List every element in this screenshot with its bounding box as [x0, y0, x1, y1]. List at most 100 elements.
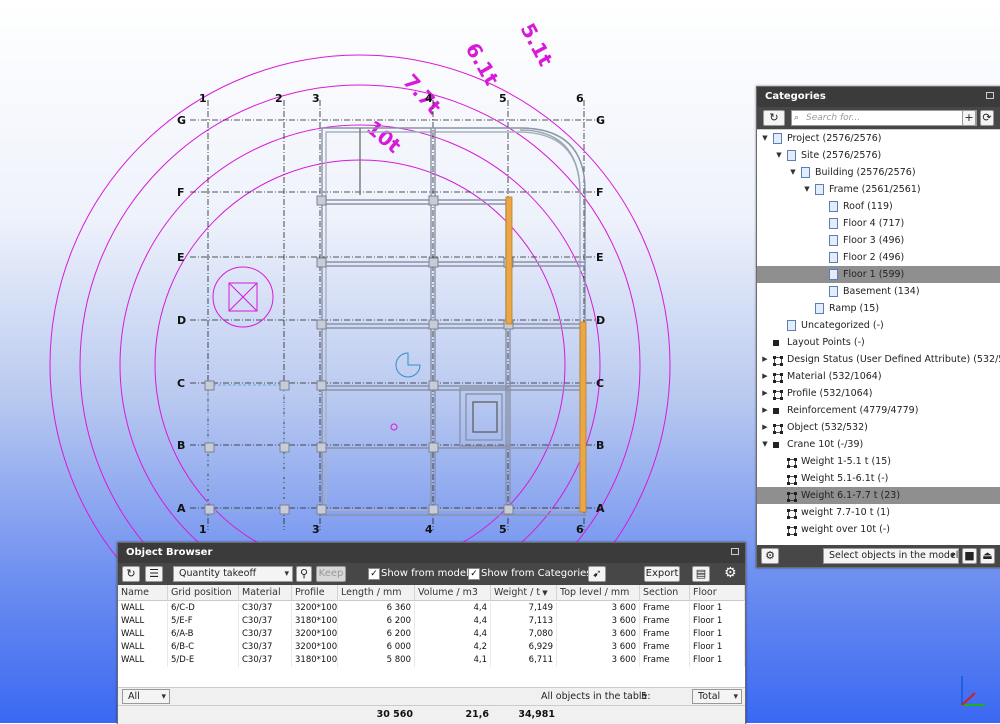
tree-item[interactable]: Basement (134) — [757, 283, 1000, 300]
document-icon — [787, 320, 796, 331]
column-header[interactable]: Name — [118, 585, 168, 601]
object-browser-minimize-button[interactable] — [731, 548, 739, 555]
show-from-model-checkbox[interactable]: Show from model — [368, 568, 469, 580]
tree-item[interactable]: Uncategorized (-) — [757, 317, 1000, 334]
collapsed-arrow-icon[interactable]: ▶ — [761, 368, 769, 385]
tree-item-label: Frame (2561/2561) — [829, 184, 921, 195]
tree-item-label: Weight 1-5.1 t (15) — [801, 456, 891, 467]
collapsed-arrow-icon[interactable]: ▶ — [761, 419, 769, 436]
categories-sync-button[interactable]: ⟳ — [980, 110, 994, 126]
table-row[interactable]: WALL 6/C-D C30/37 3200*100 6 360 4,4 7,149 3 60… — [118, 602, 745, 615]
tree-item[interactable]: Floor 1 (599) — [757, 266, 1000, 283]
column-header[interactable]: Volume / m3 — [415, 585, 491, 601]
column-header[interactable]: Profile — [292, 585, 338, 601]
table-row[interactable]: WALL 6/A-B C30/37 3200*100 6 200 4,4 7,080 3 60… — [118, 628, 745, 641]
tree-item[interactable]: ▶ Reinforcement (4779/4779) — [757, 402, 1000, 419]
tree-item[interactable]: Ramp (15) — [757, 300, 1000, 317]
pin-button[interactable]: ⚲ — [296, 566, 312, 582]
categories-collapse-button[interactable]: ⏏ — [980, 548, 995, 564]
expanded-arrow-icon[interactable]: ▼ — [803, 181, 811, 198]
table-cell: 4,4 — [415, 615, 491, 628]
grid-col-label-1-top: 1 — [199, 92, 207, 105]
tree-item[interactable]: Weight 5.1-6.1t (-) — [757, 470, 1000, 487]
object-browser-list-button[interactable]: ☰ — [145, 566, 163, 582]
tree-item[interactable]: ▶ Material (532/1064) — [757, 368, 1000, 385]
table-summary-bar: All All objects in the table: 5 Total — [118, 687, 745, 706]
collapsed-arrow-icon[interactable]: ▶ — [761, 402, 769, 419]
tree-item[interactable]: Layout Points (-) — [757, 334, 1000, 351]
total-dropdown[interactable]: Total — [692, 689, 742, 704]
collapsed-arrow-icon[interactable]: ▶ — [761, 351, 769, 368]
table-totals-row: 30 560 21,6 34,981 — [118, 705, 745, 724]
quantity-takeoff-dropdown[interactable]: Quantity takeoff — [173, 566, 293, 582]
tree-item[interactable]: ▼ Project (2576/2576) — [757, 130, 1000, 147]
column-header-label: Grid position — [171, 587, 232, 598]
categories-tree[interactable]: ▼ Project (2576/2576) ▼ Site (2576/2576) ▼ Bu… — [757, 129, 1000, 545]
crane-circle-7-7t — [119, 124, 601, 606]
tree-item[interactable]: Roof (119) — [757, 198, 1000, 215]
column-header[interactable]: Length / mm — [338, 585, 415, 601]
categories-title: Categories — [765, 91, 826, 102]
column-header[interactable]: Top level / mm — [557, 585, 640, 601]
table-cell: 3 600 — [557, 615, 640, 628]
expanded-arrow-icon[interactable]: ▼ — [761, 436, 769, 453]
settings-gear-icon[interactable]: ⚙ — [724, 565, 737, 581]
categories-search-input[interactable]: Search for... — [791, 110, 977, 126]
tree-item[interactable]: weight over 10t (-) — [757, 521, 1000, 538]
report-button[interactable]: ▤ — [692, 566, 710, 582]
export-button[interactable]: Export — [644, 566, 680, 582]
eject-icon: ⏏ — [982, 549, 993, 562]
expanded-arrow-icon[interactable]: ▼ — [775, 147, 783, 164]
tree-item[interactable]: ▶ Object (532/532) — [757, 419, 1000, 436]
table-row[interactable]: WALL 5/D-E C30/37 3180*100 5 800 4,1 6,711 3 60… — [118, 654, 745, 667]
tree-item[interactable]: ▶ Design Status (User Defined Attribute) … — [757, 351, 1000, 368]
column-header[interactable]: Grid position — [168, 585, 239, 601]
expanded-arrow-icon[interactable]: ▼ — [789, 164, 797, 181]
tree-item[interactable]: weight 7.7-10 t (1) — [757, 504, 1000, 521]
grid-row-label-f-right: F — [596, 186, 604, 199]
grid-row-label-e-left: E — [177, 251, 185, 264]
tree-item[interactable]: Floor 2 (496) — [757, 249, 1000, 266]
filter-dropdown[interactable]: All — [122, 689, 170, 704]
show-from-categories-checkbox[interactable]: Show from Categories — [468, 568, 592, 580]
table-cell: 5/D-E — [168, 654, 239, 667]
expanded-arrow-icon[interactable]: ▼ — [761, 130, 769, 147]
table-row[interactable]: WALL 6/B-C C30/37 3200*100 6 000 4,2 6,929 3 60… — [118, 641, 745, 654]
select-pointer-button[interactable]: ➹ — [588, 566, 606, 582]
column-header[interactable]: Material — [239, 585, 292, 601]
square-bullet-icon — [773, 442, 779, 448]
tree-item[interactable]: ▶ Profile (532/1064) — [757, 385, 1000, 402]
object-table[interactable]: Name Grid position Material Profile Length /… — [118, 585, 745, 687]
table-cell: Floor 1 — [690, 654, 745, 667]
tree-item[interactable]: ▼ Building (2576/2576) — [757, 164, 1000, 181]
tree-item-label: Design Status (User Defined Attribute) (… — [787, 354, 1000, 365]
column-header[interactable]: Section — [640, 585, 690, 601]
tree-item[interactable]: ▼ Frame (2561/2561) — [757, 181, 1000, 198]
tree-item[interactable]: Weight 1-5.1 t (15) — [757, 453, 1000, 470]
tree-item[interactable]: Floor 3 (496) — [757, 232, 1000, 249]
table-cell: 5/E-F — [168, 615, 239, 628]
tree-item[interactable]: ▼ Crane 10t (-/39) — [757, 436, 1000, 453]
table-row[interactable]: WALL 5/E-F C30/37 3180*100 6 200 4,4 7,113 3 60… — [118, 615, 745, 628]
categories-minimize-button[interactable] — [986, 92, 994, 99]
tree-item[interactable]: ▼ Site (2576/2576) — [757, 147, 1000, 164]
table-cell: 4,2 — [415, 641, 491, 654]
tree-item[interactable]: Weight 6.1-7.7 t (23) — [757, 487, 1000, 504]
column-header[interactable]: Weight / t ▼ — [491, 585, 557, 601]
grid-row-label-a-right: A — [596, 502, 605, 515]
table-cell: 3200*100 — [292, 641, 338, 654]
select-objects-dropdown[interactable]: Select objects in the model — [823, 548, 959, 564]
column-header[interactable]: Floor — [690, 585, 745, 601]
categories-refresh-button[interactable]: ↻ — [763, 110, 785, 126]
keep-button[interactable]: Keep — [316, 566, 346, 582]
column-header-label: Floor — [693, 587, 717, 598]
collapsed-arrow-icon[interactable]: ▶ — [761, 385, 769, 402]
table-cell: C30/37 — [239, 654, 292, 667]
categories-add-button[interactable]: + — [962, 110, 976, 126]
categories-options-button[interactable]: ⚙ — [761, 548, 779, 564]
categories-view-button[interactable]: ■ — [962, 548, 977, 564]
tree-item[interactable]: Floor 4 (717) — [757, 215, 1000, 232]
object-browser-refresh-button[interactable]: ↻ — [122, 566, 140, 582]
network-settings-icon: ⚙ — [765, 549, 775, 562]
tree-item-label: Floor 1 (599) — [843, 269, 905, 280]
